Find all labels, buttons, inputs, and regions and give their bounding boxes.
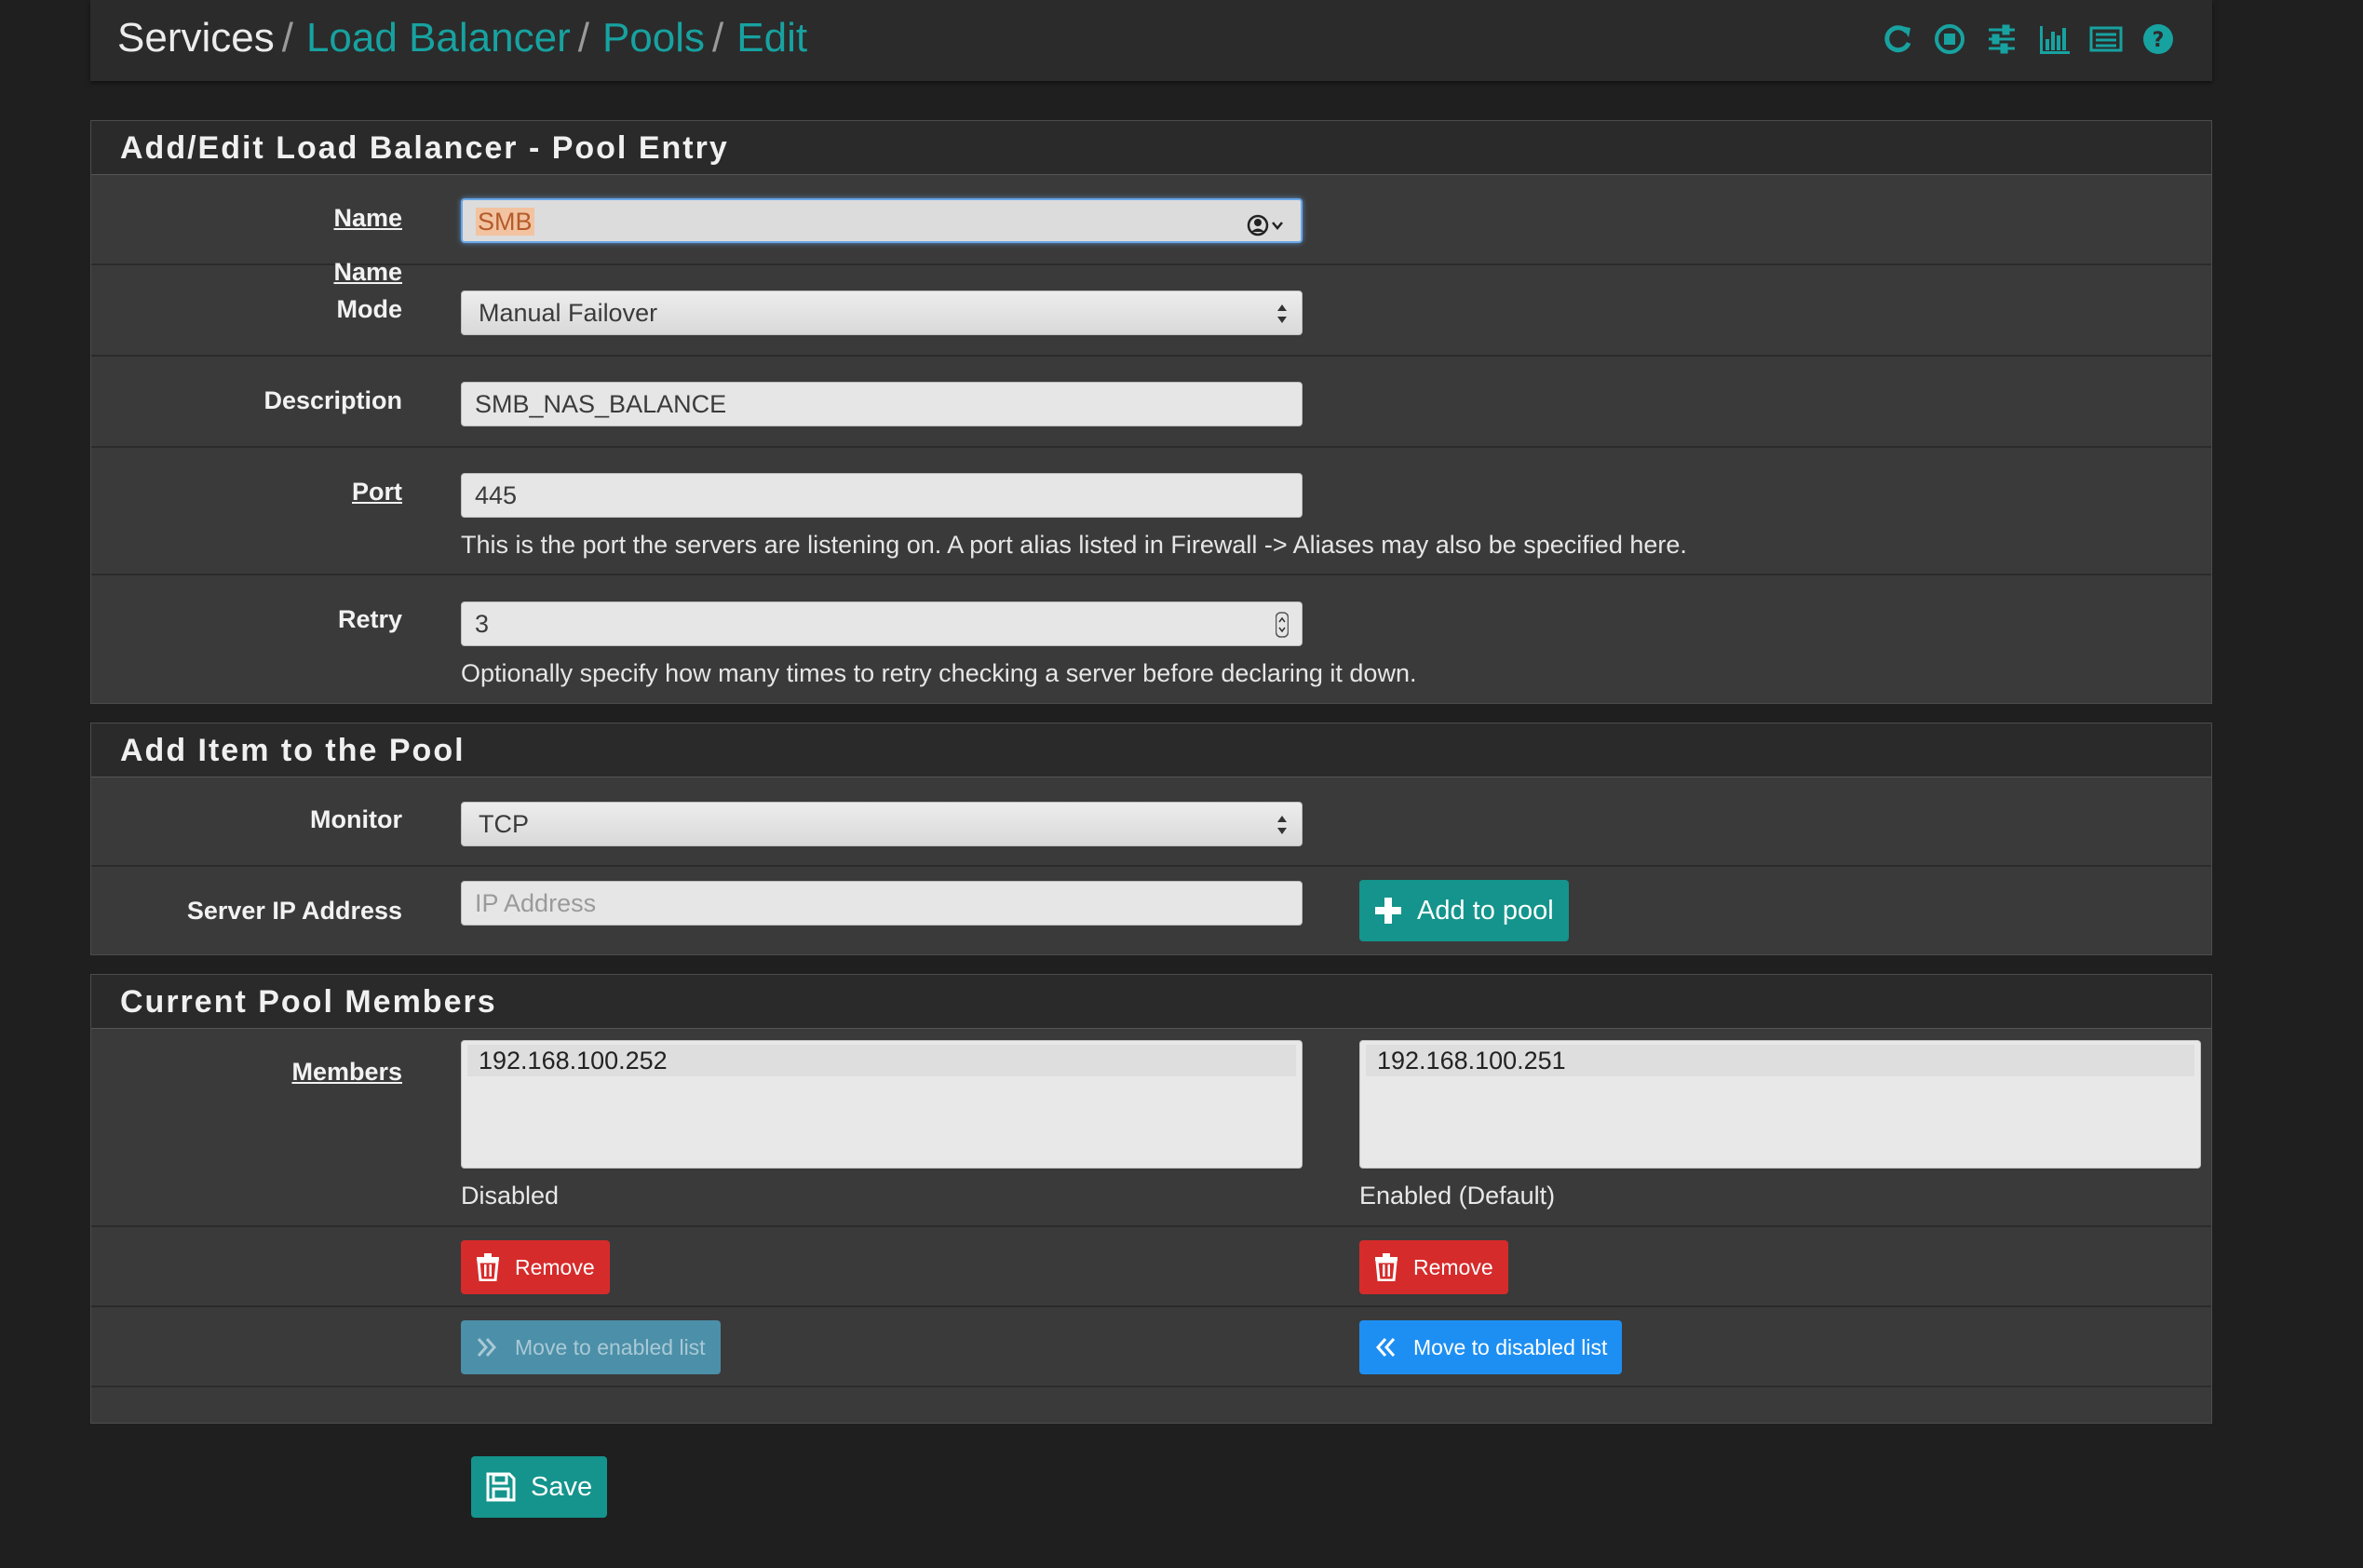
- panel-title: Add Item to the Pool: [91, 723, 2211, 777]
- remove-label: Remove: [515, 1254, 595, 1279]
- help-icon[interactable]: ?: [2141, 22, 2175, 56]
- members-label: Members: [291, 1058, 402, 1086]
- panel-title: Current Pool Members: [91, 975, 2211, 1029]
- description-value: SMB_NAS_BALANCE: [475, 390, 727, 418]
- monitor-value: TCP: [479, 810, 529, 838]
- pool-entry-panel: Add/Edit Load Balancer - Pool Entry Name…: [90, 120, 2212, 704]
- description-label: Description: [263, 386, 402, 414]
- list-item[interactable]: 192.168.100.251: [1366, 1045, 2194, 1076]
- retry-input[interactable]: 3: [461, 602, 1303, 646]
- mode-select[interactable]: Manual Failover: [461, 291, 1303, 335]
- breadcrumb-services: Services: [117, 15, 275, 61]
- trash-icon: [1375, 1253, 1398, 1281]
- double-chevron-left-icon: [1375, 1338, 1396, 1357]
- svg-text:?: ?: [2153, 29, 2165, 52]
- disabled-list-caption: Disabled: [461, 1182, 560, 1210]
- remove-row: [91, 1227, 2211, 1307]
- spinner-icon[interactable]: [1276, 612, 1289, 638]
- retry-label: Retry: [337, 605, 402, 633]
- breadcrumb-separator: /: [281, 15, 293, 61]
- port-label: Port: [352, 478, 402, 506]
- server-ip-placeholder: IP Address: [475, 889, 597, 917]
- toolbar-icons: ?: [1881, 20, 2175, 58]
- save-button[interactable]: Save: [471, 1456, 608, 1518]
- members-panel: Current Pool Members Members 192.168.100…: [90, 974, 2212, 1424]
- panel-title: Add/Edit Load Balancer - Pool Entry: [91, 121, 2211, 175]
- save-label: Save: [531, 1471, 593, 1502]
- plus-icon: [1375, 898, 1401, 924]
- port-value: 445: [475, 481, 518, 509]
- port-input[interactable]: 445: [461, 473, 1303, 518]
- mode-value: Manual Failover: [479, 299, 658, 327]
- move-to-enabled-button[interactable]: Move to enabled list: [461, 1320, 721, 1374]
- settings-sliders-icon[interactable]: [1985, 22, 2019, 56]
- monitor-select[interactable]: TCP: [461, 802, 1303, 846]
- name-input[interactable]: SMB: [461, 198, 1303, 243]
- add-item-panel: Add Item to the Pool Monitor Server IP A…: [90, 723, 2212, 955]
- breadcrumb-separator: /: [577, 15, 589, 61]
- select-arrows-icon: [1277, 816, 1287, 834]
- remove-disabled-button[interactable]: Remove: [461, 1240, 610, 1294]
- list-item[interactable]: 192.168.100.252: [467, 1045, 1296, 1076]
- breadcrumb-separator: /: [712, 15, 724, 61]
- restart-icon[interactable]: [1881, 22, 1914, 56]
- top-bar: Services / Load Balancer / Pools / Edit ?: [90, 0, 2212, 81]
- breadcrumb-load-balancer[interactable]: Load Balancer: [306, 15, 571, 61]
- move-to-disabled-label: Move to disabled list: [1413, 1334, 1608, 1359]
- remove-label: Remove: [1413, 1254, 1493, 1279]
- move-to-disabled-button[interactable]: Move to disabled list: [1359, 1320, 1623, 1374]
- port-help-text: This is the port the servers are listeni…: [461, 531, 1687, 559]
- description-input[interactable]: SMB_NAS_BALANCE: [461, 382, 1303, 426]
- save-disk-icon: [486, 1472, 516, 1502]
- enabled-list-caption: Enabled (Default): [1359, 1182, 1556, 1210]
- page: Services / Load Balancer / Pools / Edit ?: [0, 0, 2363, 1568]
- retry-help-text: Optionally specify how many times to ret…: [461, 659, 1417, 687]
- name-label: Name: [333, 204, 402, 232]
- move-to-enabled-label: Move to enabled list: [515, 1334, 706, 1359]
- breadcrumb-edit[interactable]: Edit: [736, 15, 807, 61]
- disabled-members-list[interactable]: 192.168.100.252: [461, 1040, 1303, 1169]
- name-value: SMB: [476, 208, 534, 236]
- trash-icon: [477, 1253, 499, 1281]
- server-ip-label: Server IP Address: [186, 897, 402, 925]
- enabled-members-list[interactable]: 192.168.100.251: [1359, 1040, 2201, 1169]
- autofill-user-icon[interactable]: [1247, 209, 1288, 251]
- breadcrumb: Services / Load Balancer / Pools / Edit: [117, 13, 807, 63]
- move-row: [91, 1307, 2211, 1387]
- double-chevron-right-icon: [477, 1338, 497, 1357]
- log-list-icon[interactable]: [2089, 22, 2123, 56]
- breadcrumb-pools[interactable]: Pools: [602, 15, 705, 61]
- add-to-pool-button[interactable]: Add to pool: [1359, 880, 1569, 941]
- select-arrows-icon: [1277, 304, 1287, 323]
- remove-enabled-button[interactable]: Remove: [1359, 1240, 1508, 1294]
- add-to-pool-label: Add to pool: [1417, 895, 1554, 926]
- mode-label: Mode: [336, 295, 403, 323]
- monitor-label: Monitor: [310, 805, 402, 833]
- retry-value: 3: [475, 610, 490, 638]
- bar-chart-icon[interactable]: [2037, 22, 2071, 56]
- stop-icon[interactable]: [1933, 22, 1966, 56]
- server-ip-input[interactable]: IP Address: [461, 881, 1303, 926]
